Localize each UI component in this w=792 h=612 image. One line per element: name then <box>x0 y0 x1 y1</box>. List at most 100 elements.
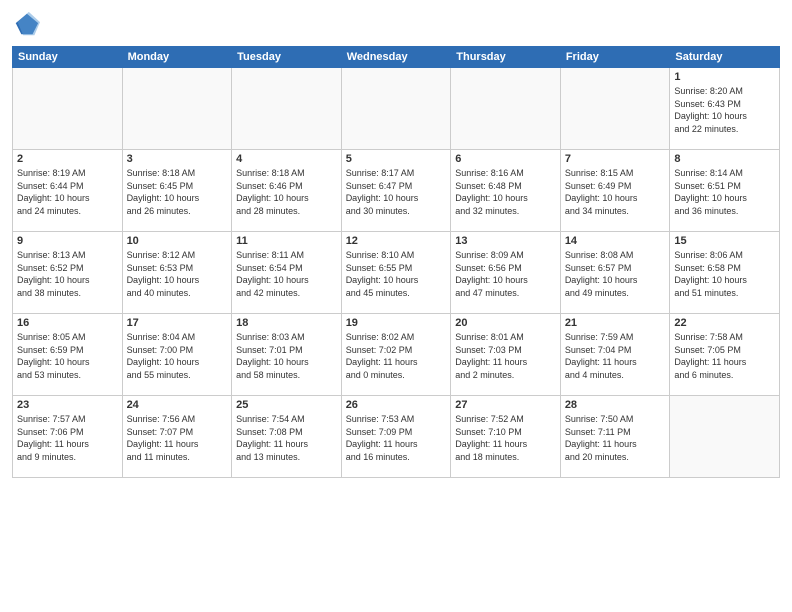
calendar-cell: 27 Sunrise: 7:52 AM Sunset: 7:10 PM Dayli… <box>451 396 561 478</box>
calendar-cell: 15 Sunrise: 8:06 AM Sunset: 6:58 PM Dayli… <box>670 232 780 314</box>
day-number: 19 <box>346 317 447 329</box>
calendar-cell: 16 Sunrise: 8:05 AM Sunset: 6:59 PM Dayli… <box>13 314 123 396</box>
day-info: Sunrise: 8:14 AM Sunset: 6:51 PM Dayligh… <box>674 167 775 217</box>
calendar-cell: 22 Sunrise: 7:58 AM Sunset: 7:05 PM Dayli… <box>670 314 780 396</box>
day-number: 26 <box>346 399 447 411</box>
calendar-cell: 11Sunrise: 8:11 AM Sunset: 6:54 PM Dayli… <box>232 232 342 314</box>
calendar-cell: 19 Sunrise: 8:02 AM Sunset: 7:02 PM Dayli… <box>341 314 451 396</box>
calendar-cell: 2 Sunrise: 8:19 AM Sunset: 6:44 PM Daylig… <box>13 150 123 232</box>
day-info: Sunrise: 7:58 AM Sunset: 7:05 PM Dayligh… <box>674 331 775 381</box>
day-info: Sunrise: 8:20 AM Sunset: 6:43 PM Dayligh… <box>674 85 775 135</box>
page: SundayMondayTuesdayWednesdayThursdayFrid… <box>0 0 792 612</box>
calendar-cell: 3 Sunrise: 8:18 AM Sunset: 6:45 PM Daylig… <box>122 150 232 232</box>
day-info: Sunrise: 8:11 AM Sunset: 6:54 PM Dayligh… <box>236 249 337 299</box>
week-row-1: 1 Sunrise: 8:20 AM Sunset: 6:43 PM Daylig… <box>13 68 780 150</box>
weekday-header-wednesday: Wednesday <box>341 47 451 68</box>
calendar: SundayMondayTuesdayWednesdayThursdayFrid… <box>12 46 780 478</box>
day-number: 27 <box>455 399 556 411</box>
day-info: Sunrise: 7:54 AM Sunset: 7:08 PM Dayligh… <box>236 413 337 463</box>
calendar-cell <box>341 68 451 150</box>
logo-icon <box>12 10 40 38</box>
calendar-cell: 10 Sunrise: 8:12 AM Sunset: 6:53 PM Dayli… <box>122 232 232 314</box>
calendar-cell: 25 Sunrise: 7:54 AM Sunset: 7:08 PM Dayli… <box>232 396 342 478</box>
week-row-2: 2 Sunrise: 8:19 AM Sunset: 6:44 PM Daylig… <box>13 150 780 232</box>
weekday-header-row: SundayMondayTuesdayWednesdayThursdayFrid… <box>13 47 780 68</box>
calendar-cell: 7 Sunrise: 8:15 AM Sunset: 6:49 PM Daylig… <box>560 150 670 232</box>
day-info: Sunrise: 8:18 AM Sunset: 6:45 PM Dayligh… <box>127 167 228 217</box>
calendar-cell: 13 Sunrise: 8:09 AM Sunset: 6:56 PM Dayli… <box>451 232 561 314</box>
calendar-cell <box>232 68 342 150</box>
day-number: 7 <box>565 153 666 165</box>
day-info: Sunrise: 8:01 AM Sunset: 7:03 PM Dayligh… <box>455 331 556 381</box>
day-info: Sunrise: 8:19 AM Sunset: 6:44 PM Dayligh… <box>17 167 118 217</box>
calendar-cell: 24 Sunrise: 7:56 AM Sunset: 7:07 PM Dayli… <box>122 396 232 478</box>
day-info: Sunrise: 8:15 AM Sunset: 6:49 PM Dayligh… <box>565 167 666 217</box>
day-info: Sunrise: 7:52 AM Sunset: 7:10 PM Dayligh… <box>455 413 556 463</box>
week-row-4: 16 Sunrise: 8:05 AM Sunset: 6:59 PM Dayli… <box>13 314 780 396</box>
day-number: 8 <box>674 153 775 165</box>
day-info: Sunrise: 8:03 AM Sunset: 7:01 PM Dayligh… <box>236 331 337 381</box>
day-number: 5 <box>346 153 447 165</box>
calendar-cell: 21 Sunrise: 7:59 AM Sunset: 7:04 PM Dayli… <box>560 314 670 396</box>
week-row-3: 9Sunrise: 8:13 AM Sunset: 6:52 PM Daylig… <box>13 232 780 314</box>
day-info: Sunrise: 7:59 AM Sunset: 7:04 PM Dayligh… <box>565 331 666 381</box>
day-info: Sunrise: 8:09 AM Sunset: 6:56 PM Dayligh… <box>455 249 556 299</box>
day-number: 18 <box>236 317 337 329</box>
day-info: Sunrise: 8:17 AM Sunset: 6:47 PM Dayligh… <box>346 167 447 217</box>
day-info: Sunrise: 8:16 AM Sunset: 6:48 PM Dayligh… <box>455 167 556 217</box>
day-number: 1 <box>674 71 775 83</box>
day-info: Sunrise: 8:04 AM Sunset: 7:00 PM Dayligh… <box>127 331 228 381</box>
day-info: Sunrise: 8:18 AM Sunset: 6:46 PM Dayligh… <box>236 167 337 217</box>
week-row-5: 23 Sunrise: 7:57 AM Sunset: 7:06 PM Dayli… <box>13 396 780 478</box>
day-number: 23 <box>17 399 118 411</box>
calendar-cell: 17 Sunrise: 8:04 AM Sunset: 7:00 PM Dayli… <box>122 314 232 396</box>
day-number: 16 <box>17 317 118 329</box>
calendar-cell <box>451 68 561 150</box>
day-info: Sunrise: 7:57 AM Sunset: 7:06 PM Dayligh… <box>17 413 118 463</box>
calendar-cell: 8 Sunrise: 8:14 AM Sunset: 6:51 PM Daylig… <box>670 150 780 232</box>
day-info: Sunrise: 8:13 AM Sunset: 6:52 PM Dayligh… <box>17 249 118 299</box>
day-number: 17 <box>127 317 228 329</box>
calendar-cell: 23 Sunrise: 7:57 AM Sunset: 7:06 PM Dayli… <box>13 396 123 478</box>
weekday-header-monday: Monday <box>122 47 232 68</box>
calendar-cell: 12 Sunrise: 8:10 AM Sunset: 6:55 PM Dayli… <box>341 232 451 314</box>
day-number: 25 <box>236 399 337 411</box>
day-number: 2 <box>17 153 118 165</box>
calendar-cell: 18 Sunrise: 8:03 AM Sunset: 7:01 PM Dayli… <box>232 314 342 396</box>
day-number: 3 <box>127 153 228 165</box>
weekday-header-friday: Friday <box>560 47 670 68</box>
calendar-cell: 4Sunrise: 8:18 AM Sunset: 6:46 PM Daylig… <box>232 150 342 232</box>
calendar-cell <box>670 396 780 478</box>
calendar-cell: 14Sunrise: 8:08 AM Sunset: 6:57 PM Dayli… <box>560 232 670 314</box>
logo <box>12 10 44 38</box>
weekday-header-thursday: Thursday <box>451 47 561 68</box>
day-number: 6 <box>455 153 556 165</box>
calendar-cell: 28 Sunrise: 7:50 AM Sunset: 7:11 PM Dayli… <box>560 396 670 478</box>
day-number: 24 <box>127 399 228 411</box>
day-info: Sunrise: 8:05 AM Sunset: 6:59 PM Dayligh… <box>17 331 118 381</box>
calendar-cell: 20 Sunrise: 8:01 AM Sunset: 7:03 PM Dayli… <box>451 314 561 396</box>
header <box>12 10 780 38</box>
day-number: 20 <box>455 317 556 329</box>
day-number: 22 <box>674 317 775 329</box>
day-info: Sunrise: 7:50 AM Sunset: 7:11 PM Dayligh… <box>565 413 666 463</box>
day-info: Sunrise: 8:06 AM Sunset: 6:58 PM Dayligh… <box>674 249 775 299</box>
day-number: 28 <box>565 399 666 411</box>
day-info: Sunrise: 8:10 AM Sunset: 6:55 PM Dayligh… <box>346 249 447 299</box>
day-info: Sunrise: 8:02 AM Sunset: 7:02 PM Dayligh… <box>346 331 447 381</box>
calendar-cell <box>560 68 670 150</box>
day-info: Sunrise: 7:56 AM Sunset: 7:07 PM Dayligh… <box>127 413 228 463</box>
day-number: 12 <box>346 235 447 247</box>
calendar-cell: 9Sunrise: 8:13 AM Sunset: 6:52 PM Daylig… <box>13 232 123 314</box>
calendar-cell: 26Sunrise: 7:53 AM Sunset: 7:09 PM Dayli… <box>341 396 451 478</box>
calendar-cell: 1 Sunrise: 8:20 AM Sunset: 6:43 PM Daylig… <box>670 68 780 150</box>
calendar-cell <box>122 68 232 150</box>
day-info: Sunrise: 8:08 AM Sunset: 6:57 PM Dayligh… <box>565 249 666 299</box>
calendar-cell <box>13 68 123 150</box>
day-info: Sunrise: 8:12 AM Sunset: 6:53 PM Dayligh… <box>127 249 228 299</box>
day-number: 13 <box>455 235 556 247</box>
weekday-header-saturday: Saturday <box>670 47 780 68</box>
day-number: 15 <box>674 235 775 247</box>
day-number: 21 <box>565 317 666 329</box>
day-number: 10 <box>127 235 228 247</box>
